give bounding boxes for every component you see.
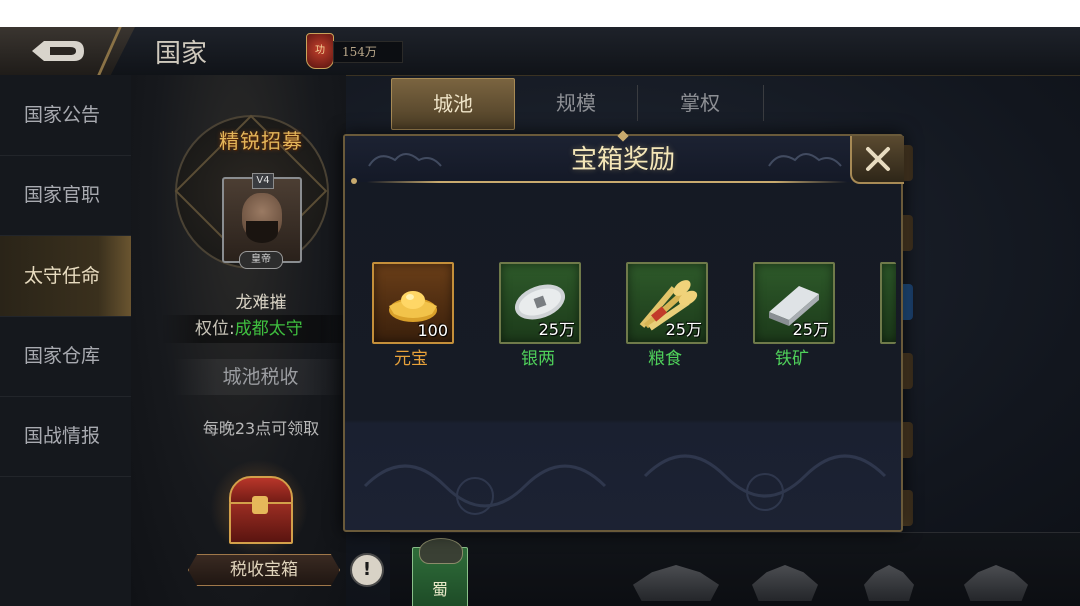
tab-separator: [637, 85, 638, 121]
rank-value: 成都太守: [234, 319, 303, 339]
dialog-header: 宝箱奖励: [345, 136, 901, 182]
treasure-chest-icon[interactable]: [209, 460, 309, 556]
top-bar: 国家 功 154万: [0, 27, 1080, 76]
reward-quantity: 25万: [792, 320, 829, 339]
back-arrow-icon: [32, 41, 84, 61]
castle-icon[interactable]: [752, 565, 818, 601]
castle-icon[interactable]: [964, 565, 1028, 601]
tab-scale[interactable]: 规模: [515, 78, 637, 128]
city-map-strip: 蜀: [390, 532, 1080, 606]
reward-name: 铁矿: [775, 349, 809, 369]
castle-icon[interactable]: [633, 565, 719, 601]
governor-panel: 精锐招募 V4 皇帝 龙难摧 权位:成都太守 城池税收 每晚23点可领取 税收宝…: [131, 75, 384, 606]
merit-value: 154万: [333, 41, 403, 63]
header-ornament-dot: [351, 178, 357, 184]
reward-slot-silver[interactable]: 25万: [499, 262, 581, 344]
reward-slot-yuanbao[interactable]: 100: [372, 262, 454, 344]
tab-power[interactable]: 掌权: [639, 78, 761, 128]
merit-badge-icon: 功: [306, 33, 334, 69]
sidebar-item-announcement[interactable]: 国家公告: [0, 75, 131, 156]
reward-quantity: 25万: [538, 320, 575, 339]
tax-chest-button[interactable]: 税收宝箱: [188, 554, 340, 586]
tab-cities[interactable]: 城池: [391, 78, 515, 130]
dialog-title: 宝箱奖励: [570, 145, 675, 175]
sidebar-item-governor-appointment[interactable]: 太守任命: [0, 236, 134, 317]
sidebar: 国家公告 国家官职 太守任命 国家仓库 国战情报: [0, 75, 134, 606]
kingdom-banner-label: 蜀: [431, 580, 448, 599]
rank-label: 权位:: [195, 319, 235, 339]
close-button[interactable]: [850, 136, 904, 184]
page-title: 国家: [155, 39, 208, 69]
sidebar-item-war-intel[interactable]: 国战情报: [0, 396, 131, 477]
tab-separator: [763, 85, 764, 121]
portrait-beard: [246, 221, 278, 243]
tax-title: 城池税收: [173, 359, 348, 395]
reward-slot-grain[interactable]: 25万: [626, 262, 708, 344]
vip-level-tag: V4: [252, 173, 274, 189]
reward-name: 银两: [521, 349, 555, 369]
reward-quantity: 25万: [665, 320, 702, 339]
reward-name: 粮食: [648, 349, 682, 369]
cloud-pattern: [363, 454, 887, 515]
header-underline: [367, 181, 847, 183]
game-screen: 国家 功 154万 国家公告 国家官职 太守任命 国家仓库 国战情报 精锐招募 …: [0, 27, 1080, 606]
reward-name: 元宝: [394, 349, 428, 369]
reward-slot-partial[interactable]: [880, 262, 896, 344]
chest-reward-dialog: 宝箱奖励 100 元宝 25万 银两 25万 粮食 25万 铁矿: [343, 130, 904, 532]
castle-icon[interactable]: [864, 565, 914, 601]
banner-crest-icon: [419, 538, 463, 564]
kingdom-banner[interactable]: 蜀: [412, 538, 468, 606]
sidebar-item-warehouse[interactable]: 国家仓库: [0, 316, 131, 397]
rank-row: 权位:成都太守: [161, 315, 361, 343]
sidebar-item-officials[interactable]: 国家官职: [0, 155, 131, 236]
reward-quantity: 100: [417, 321, 448, 340]
emperor-title-tag: 皇帝: [239, 251, 283, 269]
chest-lock: [252, 496, 268, 514]
info-icon[interactable]: !: [350, 553, 384, 587]
reward-slot-iron[interactable]: 25万: [753, 262, 835, 344]
governor-badge-title: 精锐招募: [219, 129, 303, 153]
close-icon: [866, 147, 890, 171]
